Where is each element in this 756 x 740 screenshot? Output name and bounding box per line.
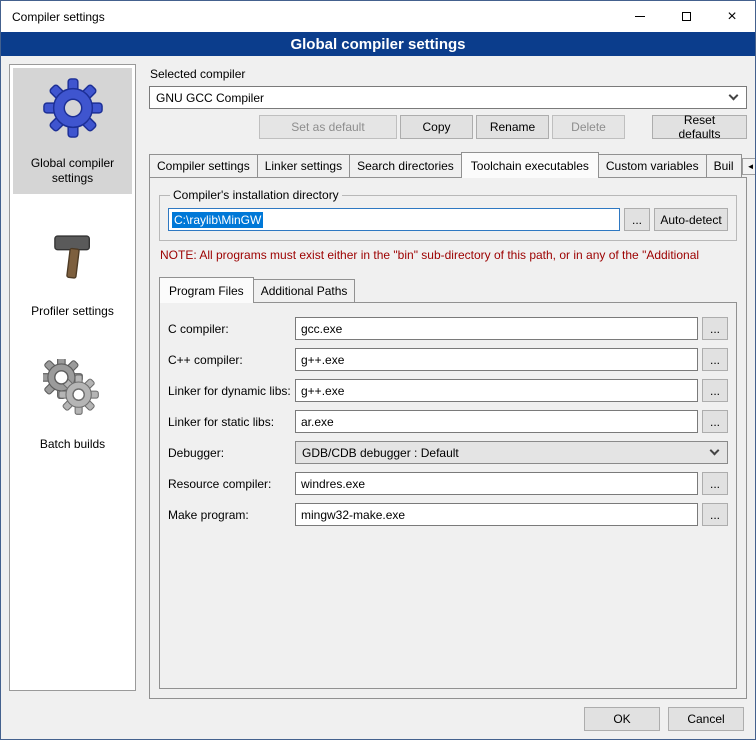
titlebar: Compiler settings × [1, 1, 755, 32]
auto-detect-button[interactable]: Auto-detect [654, 208, 728, 231]
selected-compiler-dropdown[interactable]: GNU GCC Compiler [149, 86, 747, 109]
make-program-label: Make program: [168, 508, 295, 522]
chevron-down-icon [729, 91, 739, 101]
window-controls: × [617, 1, 755, 32]
debugger-label: Debugger: [168, 446, 295, 460]
resource-compiler-browse-button[interactable]: ... [702, 472, 728, 495]
sidebar-item-label: Global compiler settings [15, 156, 130, 186]
field-row-make-program: Make program: ... [168, 503, 728, 526]
delete-button: Delete [552, 115, 625, 139]
set-as-default-button: Set as default [259, 115, 397, 139]
page-title: Global compiler settings [1, 32, 755, 56]
field-row-debugger: Debugger: GDB/CDB debugger : Default [168, 441, 728, 464]
dialog-body: Global compiler settings Profiler settin… [1, 56, 755, 699]
field-row-linker-static: Linker for static libs: ... [168, 410, 728, 433]
settings-tabstrip: Compiler settings Linker settings Search… [149, 152, 747, 177]
linker-static-input[interactable] [295, 410, 698, 433]
installation-directory-row: C:\raylib\MinGW ... Auto-detect [168, 208, 728, 231]
toolchain-executables-pane: Compiler's installation directory C:\ray… [149, 177, 747, 699]
reset-defaults-button[interactable]: Reset defaults [652, 115, 747, 139]
cpp-compiler-browse-button[interactable]: ... [702, 348, 728, 371]
tab-search-directories[interactable]: Search directories [349, 154, 462, 177]
linker-dynamic-label: Linker for dynamic libs: [168, 384, 295, 398]
linker-static-label: Linker for static libs: [168, 415, 295, 429]
maximize-button[interactable] [663, 1, 709, 32]
field-row-cpp-compiler: C++ compiler: ... [168, 348, 728, 371]
cpp-compiler-label: C++ compiler: [168, 353, 295, 367]
chevron-down-icon [710, 446, 720, 456]
debugger-value: GDB/CDB debugger : Default [302, 446, 459, 460]
tab-linker-settings[interactable]: Linker settings [257, 154, 350, 177]
sidebar-item-profiler-settings[interactable]: Profiler settings [13, 216, 132, 327]
settings-category-sidebar: Global compiler settings Profiler settin… [9, 64, 136, 691]
tab-compiler-settings[interactable]: Compiler settings [149, 154, 258, 177]
close-button[interactable]: × [709, 1, 755, 32]
tab-program-files[interactable]: Program Files [159, 277, 254, 303]
c-compiler-label: C compiler: [168, 322, 295, 336]
compiler-actions: Set as default Copy Rename Delete Reset … [149, 115, 747, 139]
cpp-compiler-input[interactable] [295, 348, 698, 371]
sidebar-item-global-compiler-settings[interactable]: Global compiler settings [13, 68, 132, 194]
installation-directory-label: Compiler's installation directory [170, 188, 342, 202]
linker-dynamic-browse-button[interactable]: ... [702, 379, 728, 402]
profiler-tool-icon [41, 224, 105, 288]
tab-custom-variables[interactable]: Custom variables [598, 154, 707, 177]
window-title: Compiler settings [1, 10, 105, 24]
cancel-button[interactable]: Cancel [668, 707, 744, 731]
sidebar-item-batch-builds[interactable]: Batch builds [13, 349, 132, 460]
make-program-browse-button[interactable]: ... [702, 503, 728, 526]
sidebar-item-label: Batch builds [40, 437, 105, 452]
installation-directory-group: Compiler's installation directory C:\ray… [159, 188, 737, 241]
maximize-icon [682, 12, 691, 21]
resource-compiler-input[interactable] [295, 472, 698, 495]
main-panel: Selected compiler GNU GCC Compiler Set a… [149, 64, 747, 699]
tab-toolchain-executables[interactable]: Toolchain executables [461, 152, 599, 178]
ok-button[interactable]: OK [584, 707, 660, 731]
c-compiler-browse-button[interactable]: ... [702, 317, 728, 340]
close-icon: × [727, 9, 736, 25]
debugger-dropdown[interactable]: GDB/CDB debugger : Default [295, 441, 728, 464]
program-files-tabstrip: Program Files Additional Paths [159, 277, 737, 302]
rename-button[interactable]: Rename [476, 115, 549, 139]
selected-compiler-value: GNU GCC Compiler [156, 91, 264, 105]
field-row-c-compiler: C compiler: ... [168, 317, 728, 340]
resource-compiler-label: Resource compiler: [168, 477, 295, 491]
compiler-settings-window: Compiler settings × Global compiler sett… [0, 0, 756, 740]
linker-dynamic-input[interactable] [295, 379, 698, 402]
minimize-icon [635, 16, 645, 17]
sidebar-item-label: Profiler settings [31, 304, 114, 319]
c-compiler-input[interactable] [295, 317, 698, 340]
dialog-footer: OK Cancel [1, 699, 755, 739]
minimize-button[interactable] [617, 1, 663, 32]
field-row-linker-dynamic: Linker for dynamic libs: ... [168, 379, 728, 402]
tab-build-options-truncated[interactable]: Buil [706, 154, 742, 177]
linker-static-browse-button[interactable]: ... [702, 410, 728, 433]
copy-button[interactable]: Copy [400, 115, 473, 139]
tab-scrollers: ◄ ► [742, 158, 756, 177]
program-files-pane: C compiler: ... C++ compiler: ... Linker… [159, 302, 737, 689]
selected-compiler-label: Selected compiler [150, 67, 747, 81]
make-program-input[interactable] [295, 503, 698, 526]
bin-subdirectory-note: NOTE: All programs must exist either in … [160, 248, 736, 262]
install-dir-selected-text: C:\raylib\MinGW [172, 212, 263, 228]
install-dir-input[interactable]: C:\raylib\MinGW [168, 208, 620, 231]
blue-gear-icon [41, 76, 105, 140]
gray-gears-icon [41, 357, 105, 421]
field-row-resource-compiler: Resource compiler: ... [168, 472, 728, 495]
tab-scroll-left-icon[interactable]: ◄ [742, 158, 756, 175]
install-dir-browse-button[interactable]: ... [624, 208, 650, 231]
tab-additional-paths[interactable]: Additional Paths [253, 279, 356, 302]
